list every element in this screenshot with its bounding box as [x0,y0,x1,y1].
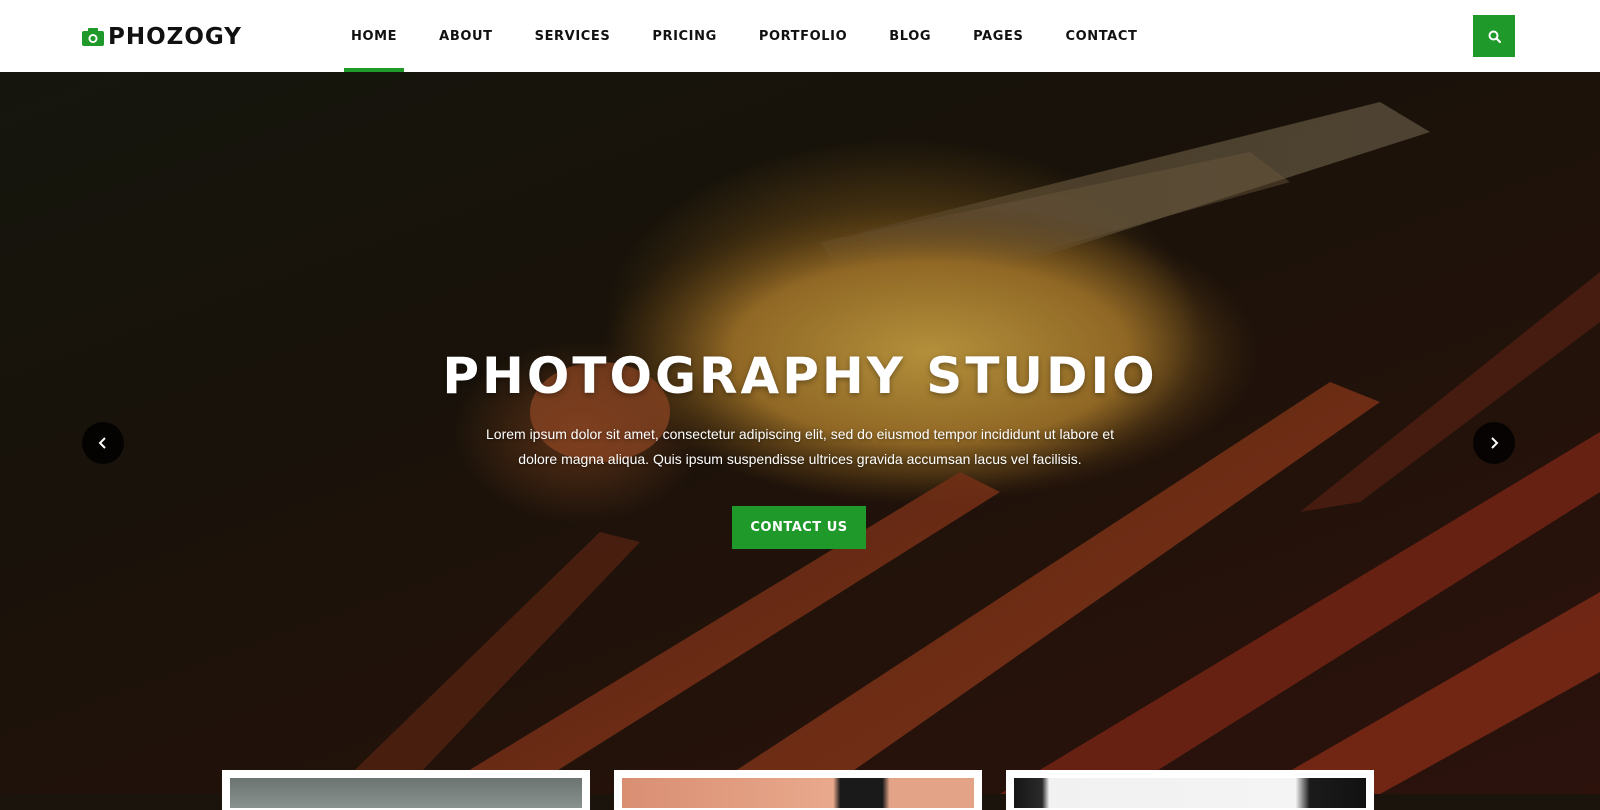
nav-item-services[interactable]: SERVICES [535,0,611,72]
nav-item-home[interactable]: HOME [343,0,405,72]
nav-item-pages[interactable]: PAGES [973,0,1023,72]
nav-item-pricing[interactable]: PRICING [652,0,717,72]
nav-item-portfolio[interactable]: PORTFOLIO [759,0,847,72]
slider-prev-button[interactable] [82,422,124,464]
chevron-left-icon [98,437,106,449]
feature-card[interactable] [614,770,982,810]
feature-cards [0,770,1600,810]
search-icon [1488,30,1501,43]
slider-next-button[interactable] [1473,422,1515,464]
nav-item-blog[interactable]: BLOG [889,0,931,72]
camera-icon [82,28,104,46]
site-logo[interactable]: PHOZOGY [82,24,242,50]
site-header: PHOZOGY HOME ABOUT SERVICES PRICING PORT… [0,0,1600,72]
feature-card[interactable] [222,770,590,810]
nav-item-contact[interactable]: CONTACT [1065,0,1137,72]
chevron-right-icon [1491,437,1499,449]
feature-card[interactable] [1006,770,1374,810]
search-button[interactable] [1473,15,1515,57]
contact-us-button[interactable]: CONTACT US [732,506,866,549]
card-image [1014,778,1366,808]
main-nav: HOME ABOUT SERVICES PRICING PORTFOLIO BL… [343,0,1179,72]
card-image [230,778,582,808]
logo-text: PHOZOGY [108,24,242,50]
hero-slider: PHOTOGRAPHY STUDIO Lorem ipsum dolor sit… [0,72,1600,794]
nav-item-about[interactable]: ABOUT [439,0,492,72]
hero-description: Lorem ipsum dolor sit amet, consectetur … [486,426,1114,467]
card-image [622,778,974,808]
hero-title: PHOTOGRAPHY STUDIO [442,347,1158,405]
